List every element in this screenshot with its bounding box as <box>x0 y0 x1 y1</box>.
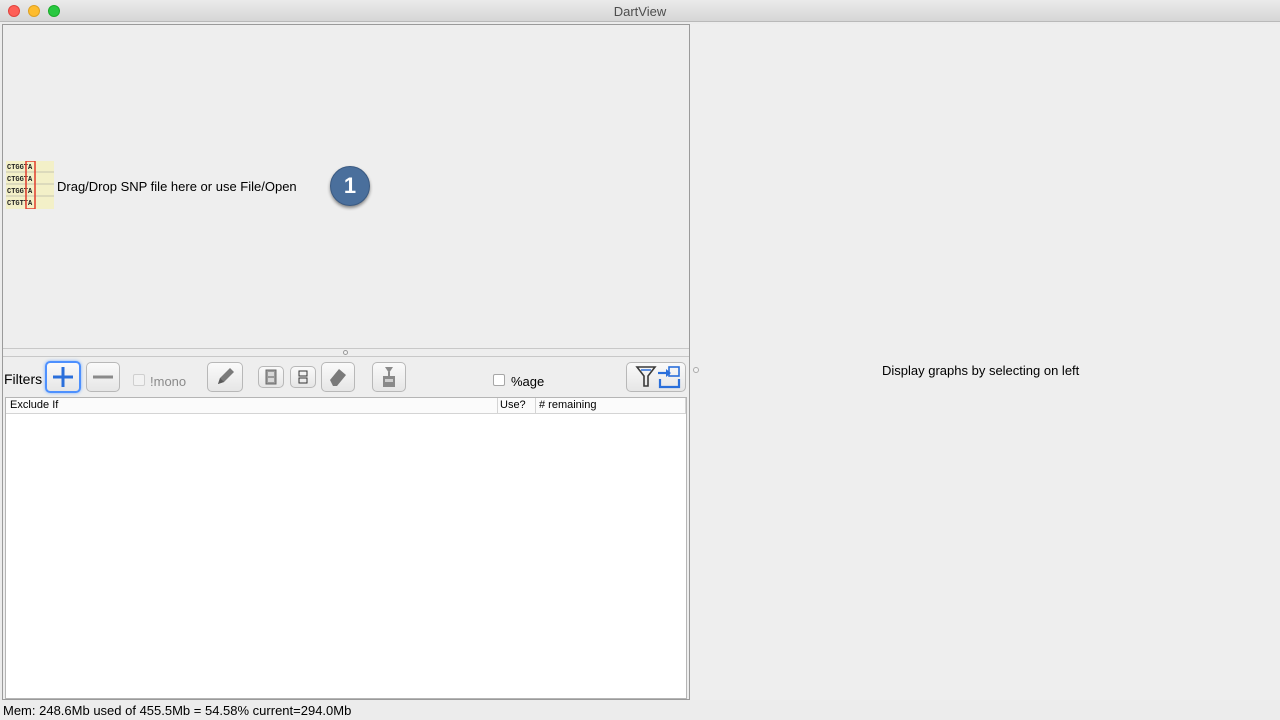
table-header: Exclude If Use? # remaining <box>6 398 686 414</box>
percentage-label: %age <box>511 374 545 389</box>
vertical-splitter-handle-icon[interactable] <box>693 367 699 373</box>
erase-filter-button[interactable] <box>321 362 355 392</box>
column-divider[interactable] <box>685 398 686 413</box>
column-header-use[interactable]: Use? <box>500 399 526 413</box>
column-divider[interactable] <box>535 398 536 413</box>
percentage-checkbox[interactable] <box>493 374 505 386</box>
pencil-icon <box>218 368 234 384</box>
filter-export-button[interactable] <box>626 362 686 392</box>
left-pane: CTGGTA CTGGTA CTGGTA CTGTTA Drag/Drop SN… <box>2 24 690 700</box>
step-number-badge: 1 <box>330 166 370 206</box>
svg-text:CTGTTA: CTGTTA <box>7 200 33 208</box>
graph-placeholder-text: Display graphs by selecting on left <box>882 363 1080 378</box>
mono-checkbox[interactable] <box>133 374 145 386</box>
column-header-exclude-if[interactable]: Exclude If <box>10 399 58 413</box>
graph-panel: Display graphs by selecting on left <box>690 24 1280 700</box>
column-header-remaining[interactable]: # remaining <box>539 399 596 413</box>
status-bar: Mem: 248.6Mb used of 455.5Mb = 54.58% cu… <box>0 700 1280 720</box>
file-drop-zone[interactable]: CTGGTA CTGGTA CTGGTA CTGTTA Drag/Drop SN… <box>3 25 689 348</box>
title-bar: DartView <box>0 0 1280 22</box>
snp-grid-icon: CTGGTA CTGGTA CTGGTA CTGTTA <box>6 160 54 210</box>
memory-status-text: Mem: 248.6Mb used of 455.5Mb = 54.58% cu… <box>3 703 352 718</box>
svg-text:CTGGTA: CTGGTA <box>7 188 33 196</box>
svg-text:CTGGTA: CTGGTA <box>7 176 33 184</box>
move-filter-up-button[interactable] <box>290 366 316 388</box>
filters-table[interactable]: Exclude If Use? # remaining <box>5 397 687 699</box>
apply-selection-button[interactable] <box>372 362 406 392</box>
move-up-icon <box>298 370 308 384</box>
filters-label: Filters <box>4 371 43 387</box>
filters-toolbar: Filters !mono %age <box>3 359 689 397</box>
filter-export-icon <box>635 366 681 389</box>
drop-hint-text: Drag/Drop SNP file here or use File/Open <box>57 179 297 194</box>
add-filter-button[interactable] <box>45 361 81 393</box>
eraser-icon <box>330 369 346 386</box>
stand-icon <box>383 367 395 387</box>
plus-icon <box>53 367 73 387</box>
window-title: DartView <box>613 4 667 19</box>
horizontal-splitter[interactable] <box>3 348 689 357</box>
svg-text:CTGGTA: CTGGTA <box>7 164 33 172</box>
column-divider[interactable] <box>497 398 498 413</box>
mono-label: !mono <box>150 374 187 389</box>
edit-filter-button[interactable] <box>207 362 243 392</box>
move-down-icon <box>265 369 277 385</box>
move-filter-down-button[interactable] <box>258 366 284 388</box>
minus-icon <box>93 375 113 379</box>
splitter-handle-icon[interactable] <box>343 350 348 355</box>
remove-filter-button[interactable] <box>86 362 120 392</box>
